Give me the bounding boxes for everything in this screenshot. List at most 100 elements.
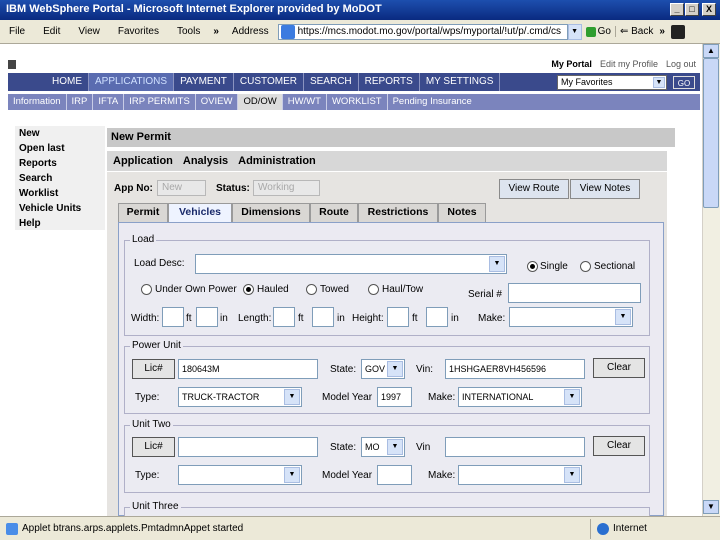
menu-tools[interactable]: Tools [168, 26, 209, 37]
power-unit-type-select[interactable]: TRUCK-TRACTOR ▼ [178, 387, 302, 407]
hauled-radio[interactable] [243, 284, 254, 295]
menu-edit[interactable]: Edit [34, 26, 69, 37]
nav-applications[interactable]: APPLICATIONS [89, 73, 175, 91]
link-log-out[interactable]: Log out [662, 59, 700, 69]
power-unit-lic-input[interactable]: 180643M [178, 359, 318, 379]
nav-customer[interactable]: CUSTOMER [234, 73, 304, 91]
tab-permit[interactable]: Permit [118, 203, 168, 222]
link-edit-profile[interactable]: Edit my Profile [596, 59, 662, 69]
subnav-ifta[interactable]: IFTA [93, 94, 125, 110]
chevron-down-icon: ▼ [564, 389, 580, 405]
nav-search[interactable]: SEARCH [304, 73, 359, 91]
sidebar-item-reports[interactable]: Reports [15, 156, 105, 171]
unit-two-model-year-input[interactable] [377, 465, 412, 485]
length-in-input[interactable] [312, 307, 334, 327]
menu-file[interactable]: File [0, 26, 34, 37]
status-label: Status: [216, 183, 250, 194]
sectional-radio[interactable] [580, 261, 591, 272]
towed-radio[interactable] [306, 284, 317, 295]
tab-restrictions[interactable]: Restrictions [358, 203, 438, 222]
subnav-hw-wt[interactable]: HW/WT [283, 94, 327, 110]
load-make-select[interactable]: ▼ [509, 307, 633, 327]
go-button[interactable]: Go [582, 26, 615, 37]
app-menu-analysis[interactable]: Analysis [183, 155, 228, 167]
tab-notes[interactable]: Notes [438, 203, 486, 222]
subnav-worklist[interactable]: WORKLIST [327, 94, 388, 110]
unit-two-lic-button[interactable]: Lic# [132, 437, 175, 457]
sidebar-item-search[interactable]: Search [15, 171, 105, 186]
tab-vehicles[interactable]: Vehicles [168, 203, 232, 222]
address-dropdown-icon[interactable]: ▼ [567, 23, 582, 40]
address-bar[interactable]: https://mcs.modot.mo.gov/portal/wps/mypo… [277, 23, 568, 40]
back-button[interactable]: ⇐ Back [614, 26, 657, 37]
favorites-select[interactable]: My Favorites ▼ [557, 75, 667, 90]
link-my-portal[interactable]: My Portal [547, 59, 596, 69]
sidebar-item-vehicle-units[interactable]: Vehicle Units [15, 201, 105, 216]
subnav-irp[interactable]: IRP [67, 94, 94, 110]
sidebar-item-new[interactable]: New [15, 126, 105, 141]
subnav-od-ow[interactable]: OD/OW [238, 94, 283, 110]
scrollbar-thumb[interactable] [703, 58, 719, 208]
unit-two-lic-input[interactable] [178, 437, 318, 457]
sidebar-item-worklist[interactable]: Worklist [15, 186, 105, 201]
close-button[interactable]: X [702, 3, 716, 16]
unit-two-vin-label: Vin [416, 442, 431, 453]
chevron-down-icon: ▼ [387, 439, 403, 455]
height-in-input[interactable] [426, 307, 448, 327]
subnav-pending-insurance[interactable]: Pending Insurance [388, 94, 477, 110]
unit-two-make-select[interactable]: ▼ [458, 465, 582, 485]
nav-home[interactable]: HOME [46, 73, 89, 91]
nav-reports[interactable]: REPORTS [359, 73, 420, 91]
power-unit-lic-button[interactable]: Lic# [132, 359, 175, 379]
load-desc-select[interactable]: ▼ [195, 254, 507, 274]
unit-two-type-select[interactable]: ▼ [178, 465, 302, 485]
haul-tow-radio[interactable] [368, 284, 379, 295]
tab-route[interactable]: Route [310, 203, 358, 222]
sidebar-item-open-last[interactable]: Open last [15, 141, 105, 156]
subnav-information[interactable]: Information [8, 94, 67, 110]
minimize-button[interactable]: _ [670, 3, 684, 16]
favorites-go-button[interactable]: GO [673, 76, 695, 89]
app-menu-administration[interactable]: Administration [238, 155, 316, 167]
subnav-irp-permits[interactable]: IRP PERMITS [124, 94, 196, 110]
width-ft-input[interactable] [162, 307, 184, 327]
app-menu-application[interactable]: Application [113, 155, 173, 167]
sidebar-item-help[interactable]: Help [15, 216, 105, 231]
subnav-oview[interactable]: OVIEW [196, 94, 239, 110]
unit-two-state-value: MO [365, 442, 380, 452]
hauled-label: Hauled [257, 284, 289, 295]
unit-two-state-select[interactable]: MO ▼ [361, 437, 405, 457]
nav-my-settings[interactable]: MY SETTINGS [420, 73, 501, 91]
height-ft-input[interactable] [387, 307, 409, 327]
unit-three-legend: Unit Three [130, 501, 181, 512]
serial-input[interactable] [508, 283, 641, 303]
view-notes-button[interactable]: View Notes [570, 179, 640, 199]
power-unit-make-select[interactable]: INTERNATIONAL ▼ [458, 387, 582, 407]
width-in-input[interactable] [196, 307, 218, 327]
power-unit-vin-input[interactable]: 1HSHGAER8VH456596 [445, 359, 585, 379]
tab-dimensions[interactable]: Dimensions [232, 203, 310, 222]
towed-label: Towed [320, 284, 349, 295]
power-unit-clear-button[interactable]: Clear [593, 358, 645, 378]
scroll-down-icon[interactable]: ▼ [703, 500, 719, 514]
home-icon[interactable] [8, 59, 16, 69]
menu-view[interactable]: View [69, 26, 109, 37]
under-own-power-radio[interactable] [141, 284, 152, 295]
length-ft-input[interactable] [273, 307, 295, 327]
menu-overflow-chevron[interactable]: » [209, 26, 223, 37]
app-no-label: App No: [114, 183, 153, 194]
menu-favorites[interactable]: Favorites [109, 26, 168, 37]
power-unit-state-select[interactable]: GOV ▼ [361, 359, 405, 379]
scroll-up-icon[interactable]: ▲ [703, 44, 719, 58]
power-unit-model-year-input[interactable]: 1997 [377, 387, 412, 407]
address-value: https://mcs.modot.mo.gov/portal/wps/mypo… [297, 26, 562, 37]
haul-tow-label: Haul/Tow [382, 284, 424, 295]
toolbar-overflow-chevron[interactable]: » [657, 26, 667, 37]
maximize-button[interactable]: □ [685, 3, 699, 16]
single-radio[interactable] [527, 261, 538, 272]
power-unit-legend: Power Unit [130, 340, 183, 351]
nav-payment[interactable]: PAYMENT [174, 73, 234, 91]
unit-two-vin-input[interactable] [445, 437, 585, 457]
view-route-button[interactable]: View Route [499, 179, 569, 199]
unit-two-clear-button[interactable]: Clear [593, 436, 645, 456]
